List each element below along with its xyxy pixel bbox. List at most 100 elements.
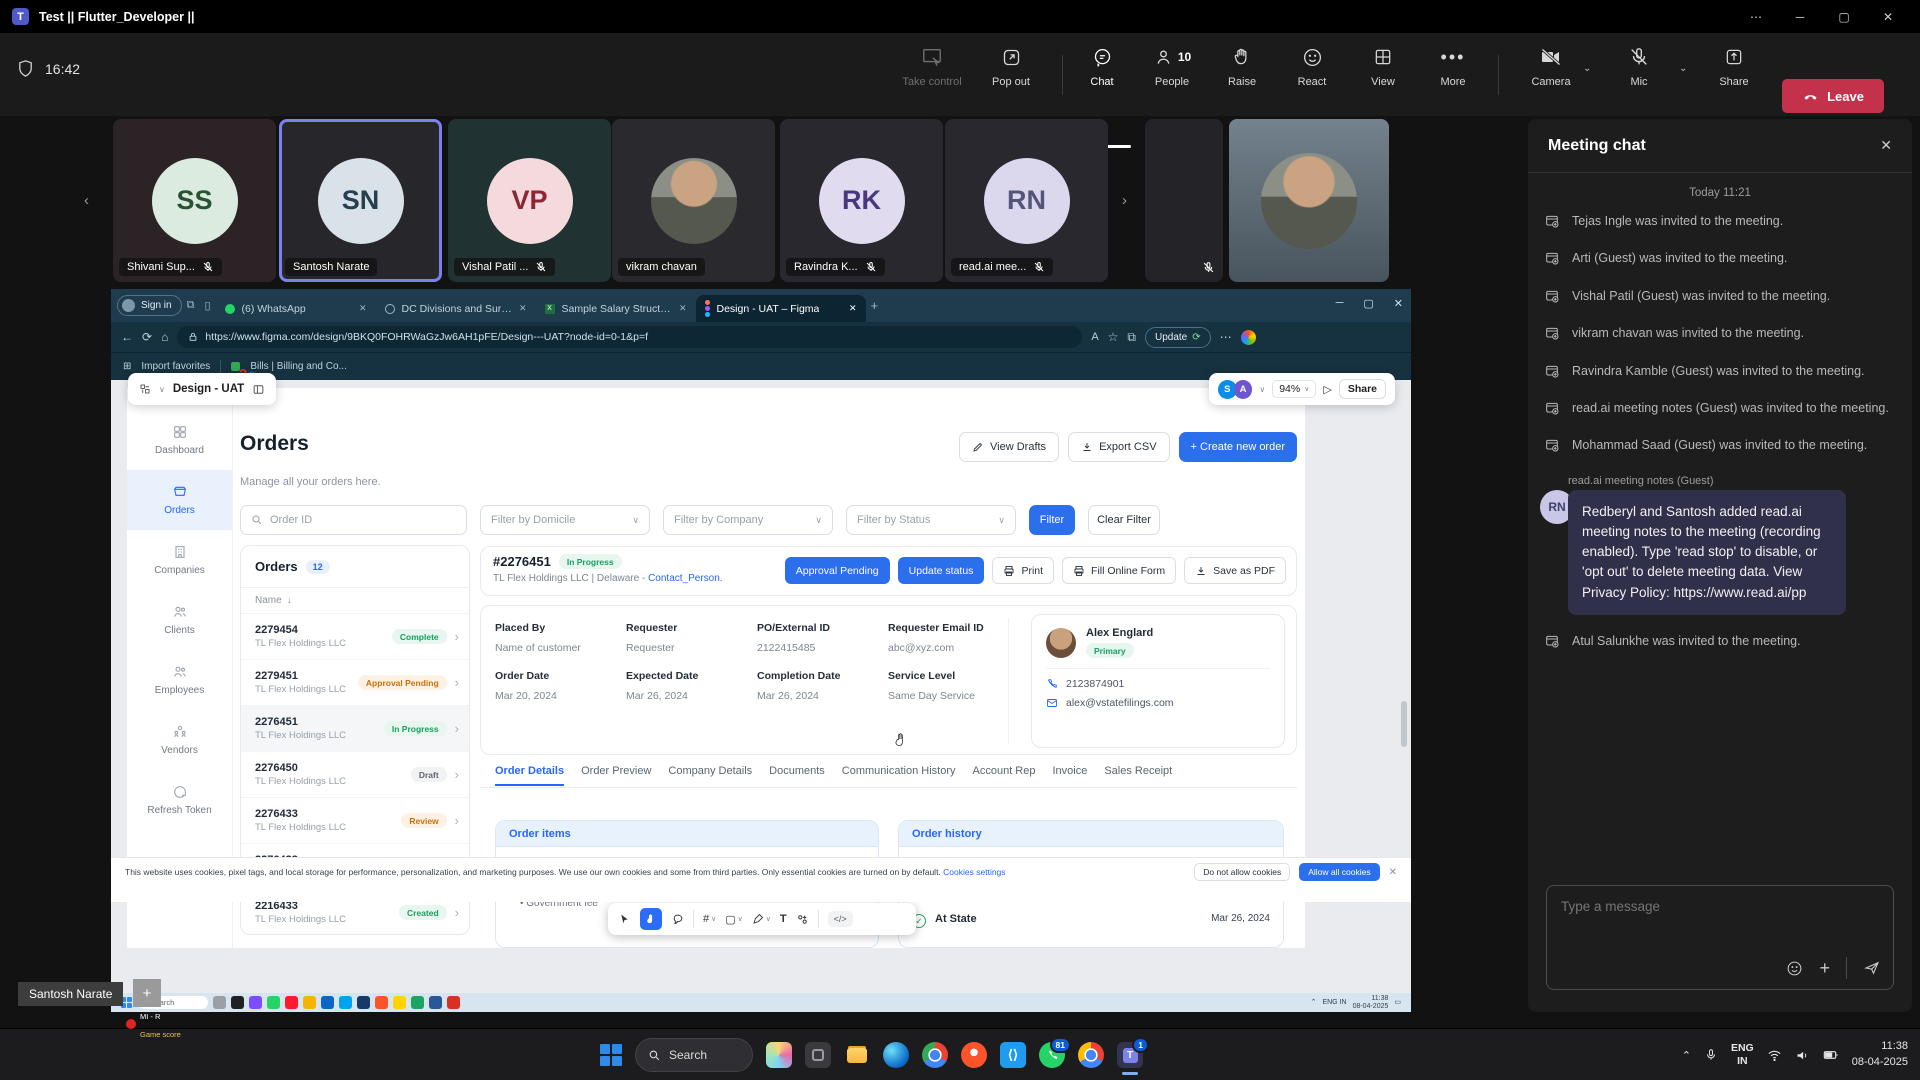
maximize-icon[interactable]: ▢	[1824, 10, 1864, 24]
take-control-button[interactable]: Take control	[887, 45, 977, 88]
tab-close-icon: ✕	[359, 303, 367, 314]
video-tile[interactable]: RK Ravindra K...	[780, 119, 943, 282]
view-icon	[1373, 45, 1393, 69]
video-tile[interactable]: VP Vishal Patil ...	[448, 119, 611, 282]
tray-chevron-icon[interactable]: ⌃	[1682, 1049, 1691, 1062]
chrome-icon[interactable]	[922, 1042, 948, 1068]
printer-icon	[1073, 565, 1085, 577]
share-button[interactable]: Share	[1701, 45, 1767, 88]
mic-off-icon	[1033, 261, 1045, 273]
download-icon	[1195, 565, 1207, 577]
spotlight-video-tile[interactable]	[1229, 119, 1389, 282]
battery-icon[interactable]	[1823, 1048, 1839, 1062]
view-button[interactable]: View	[1350, 45, 1416, 88]
people-button[interactable]: 10 People	[1139, 45, 1205, 88]
window-menu-icon[interactable]: ⋯	[1736, 10, 1776, 24]
camera-off-icon	[1539, 45, 1563, 69]
chevron-right-icon: ›	[455, 721, 459, 736]
app-icon[interactable]	[805, 1042, 831, 1068]
status-badge: Complete	[392, 629, 447, 644]
vscode-icon[interactable]: ⟨⟩	[1000, 1042, 1026, 1068]
figma-file-pill: ∨ Design - UAT	[128, 373, 276, 405]
start-button[interactable]	[600, 1044, 622, 1066]
sidebar-item-refresh-token: Refresh Token	[127, 770, 232, 830]
system-message: Mohammad Saad (Guest) was invited to the…	[1528, 427, 1912, 464]
app-icon	[321, 996, 334, 1009]
shared-screen[interactable]: Sign in ⧉ ▯ (6) WhatsApp✕ DC Divisions a…	[111, 289, 1411, 1012]
presenter-name-label: Santosh Narate	[18, 982, 123, 1006]
taskbar-search[interactable]: Search	[635, 1038, 753, 1072]
tab-order-details: Order Details	[495, 765, 564, 786]
avatar: RK	[819, 158, 905, 244]
participant-photo	[1261, 153, 1357, 249]
taskbar-clock[interactable]: 11:3808-04-2025	[1852, 1039, 1908, 1071]
profile-avatar	[122, 299, 135, 312]
orders-count-badge: 12	[306, 560, 330, 574]
window-titlebar: T Test || Flutter_Developer || ⋯ ─ ▢ ✕	[0, 0, 1920, 33]
pop-out-icon	[1001, 45, 1022, 69]
chat-close-icon[interactable]: ✕	[1880, 137, 1892, 154]
more-button[interactable]: ••• More	[1420, 45, 1486, 88]
file-explorer-icon[interactable]	[844, 1042, 870, 1068]
edge-icon[interactable]	[883, 1042, 909, 1068]
calendar-add-icon	[1544, 437, 1560, 453]
chat-input[interactable]	[1561, 899, 1879, 914]
teams-icon[interactable]: T 1	[1117, 1042, 1143, 1068]
tray-lang: ENG IN	[1322, 999, 1346, 1007]
toolbar-divider	[1062, 55, 1063, 95]
order-row: 2276450TL Flex Holdings LLCDraft›	[241, 752, 469, 798]
divider	[480, 787, 1297, 788]
game-score-widget: MI - RGame score	[126, 1006, 181, 1042]
video-tile[interactable]: RN read.ai mee...	[945, 119, 1108, 282]
chat-input-box[interactable]: +	[1546, 885, 1894, 990]
present-icon: ▷	[1323, 383, 1331, 396]
browser-profile-button: Sign in	[117, 295, 182, 316]
deny-cookies-button: Do not allow cookies	[1194, 863, 1290, 881]
minimize-icon[interactable]: ─	[1780, 10, 1820, 24]
brave-icon[interactable]	[961, 1042, 987, 1068]
divider	[1846, 957, 1847, 979]
video-tile[interactable]: SN Santosh Narate	[279, 119, 442, 282]
volume-icon[interactable]	[1795, 1048, 1810, 1063]
more-icon: •••	[1441, 45, 1466, 69]
app-icon	[375, 996, 388, 1009]
tray-mic-icon[interactable]	[1704, 1048, 1718, 1062]
divider	[1046, 668, 1270, 669]
leave-button[interactable]: Leave	[1782, 79, 1884, 113]
share-icon	[1724, 45, 1744, 69]
mail-icon	[1046, 697, 1058, 709]
globe-favicon	[385, 304, 395, 314]
chrome-profile-icon[interactable]	[1078, 1042, 1104, 1068]
filter-domicile-dropdown: Filter by Domicile∨	[480, 505, 650, 535]
react-button[interactable]: React	[1279, 45, 1345, 88]
pop-out-button[interactable]: Pop out	[978, 45, 1044, 88]
mic-button[interactable]: Mic	[1606, 45, 1672, 88]
camera-button[interactable]: Camera	[1518, 45, 1584, 88]
video-tile[interactable]: vikram chavan	[612, 119, 775, 282]
copilot-icon[interactable]	[766, 1042, 792, 1068]
video-tile[interactable]: SS Shivani Sup...	[113, 119, 276, 282]
attach-plus-icon[interactable]: +	[1819, 958, 1830, 979]
wifi-icon[interactable]	[1767, 1048, 1782, 1063]
whatsapp-icon[interactable]: 81	[1039, 1042, 1065, 1068]
raise-hand-button[interactable]: Raise	[1209, 45, 1275, 88]
video-tile[interactable]	[1145, 119, 1223, 282]
language-indicator[interactable]: ENGIN	[1731, 1042, 1754, 1068]
order-row: 2279451TL Flex Holdings LLCApproval Pend…	[241, 660, 469, 706]
strip-next-icon[interactable]: ›	[1122, 192, 1127, 209]
search-icon	[648, 1049, 661, 1062]
mic-options-chevron-icon[interactable]: ⌄	[1679, 63, 1687, 74]
strip-prev-icon[interactable]: ‹	[84, 192, 89, 209]
people-icon: 10	[1153, 45, 1191, 69]
contact-phone: 2123874901	[1046, 678, 1270, 690]
system-message: Vishal Patil (Guest) was invited to the …	[1528, 278, 1912, 315]
sidebar-item-dashboard: Dashboard	[127, 410, 232, 470]
chat-button[interactable]: Chat	[1069, 45, 1135, 88]
participant-name: Shivani Sup...	[119, 258, 222, 276]
close-icon[interactable]: ✕	[1868, 10, 1908, 24]
meeting-toolbar: 16:42 Take control Pop out Chat 10 Peopl…	[0, 33, 1920, 116]
emoji-icon[interactable]	[1786, 960, 1803, 977]
send-icon[interactable]	[1863, 959, 1881, 977]
camera-options-chevron-icon[interactable]: ⌄	[1583, 63, 1591, 74]
cookie-text: This website uses cookies, pixel tags, a…	[125, 867, 1006, 877]
